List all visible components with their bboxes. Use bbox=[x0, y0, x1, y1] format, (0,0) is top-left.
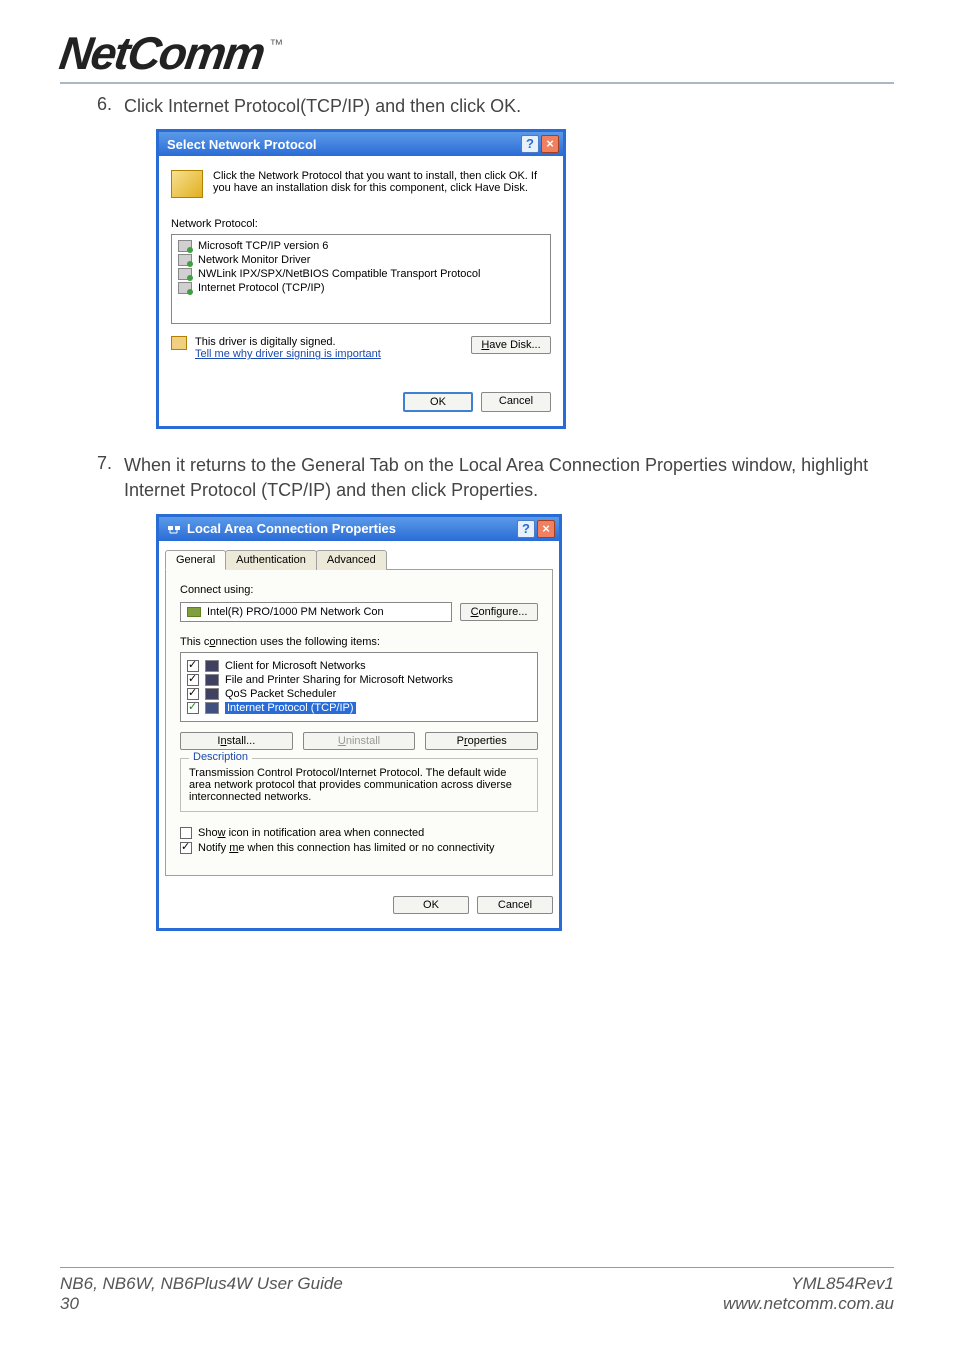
list-item-label: File and Printer Sharing for Microsoft N… bbox=[225, 674, 453, 686]
step-number: 7. bbox=[90, 453, 124, 503]
signing-link[interactable]: Tell me why driver signing is important bbox=[195, 348, 381, 360]
help-button[interactable]: ? bbox=[521, 135, 539, 153]
protocol-list[interactable]: Microsoft TCP/IP version 6 Network Monit… bbox=[171, 234, 551, 324]
tab-advanced[interactable]: Advanced bbox=[316, 550, 387, 570]
list-item-label: Microsoft TCP/IP version 6 bbox=[198, 240, 328, 252]
list-item-label: Internet Protocol (TCP/IP) bbox=[198, 282, 325, 294]
checkbox-icon[interactable] bbox=[180, 842, 192, 854]
protocol-icon bbox=[178, 282, 192, 294]
step-text: When it returns to the General Tab on th… bbox=[124, 453, 894, 503]
service-icon bbox=[205, 688, 219, 700]
footer-divider bbox=[60, 1267, 894, 1268]
close-button[interactable]: × bbox=[541, 135, 559, 153]
footer-guide-title: NB6, NB6W, NB6Plus4W User Guide bbox=[60, 1274, 343, 1294]
list-item[interactable]: File and Printer Sharing for Microsoft N… bbox=[187, 673, 531, 687]
checkbox-icon[interactable] bbox=[187, 688, 199, 700]
ok-button[interactable]: OK bbox=[393, 896, 469, 914]
adapter-field: Intel(R) PRO/1000 PM Network Con bbox=[180, 602, 452, 622]
list-item-label: NWLink IPX/SPX/NetBIOS Compatible Transp… bbox=[198, 268, 480, 280]
step-7: 7. When it returns to the General Tab on… bbox=[90, 453, 894, 503]
notify-row[interactable]: Notify me when this connection has limit… bbox=[180, 842, 538, 854]
tab-strip: General Authentication Advanced bbox=[165, 550, 559, 570]
uses-label: This connection uses the following items… bbox=[180, 636, 538, 648]
trademark-symbol: ™ bbox=[269, 36, 283, 52]
uninstall-button: Uninstall bbox=[303, 732, 416, 750]
description-group: Description Transmission Control Protoco… bbox=[180, 758, 538, 812]
list-item-label: Client for Microsoft Networks bbox=[225, 660, 366, 672]
components-list[interactable]: Client for Microsoft Networks File and P… bbox=[180, 652, 538, 722]
footer-doc-rev: YML854Rev1 bbox=[791, 1274, 894, 1294]
close-button[interactable]: × bbox=[537, 520, 555, 538]
cancel-button[interactable]: Cancel bbox=[481, 392, 551, 412]
dialog-select-network-protocol: Select Network Protocol ? × Click the Ne… bbox=[156, 129, 566, 429]
protocol-icon bbox=[178, 240, 192, 252]
protocol-icon bbox=[205, 702, 219, 714]
list-item[interactable]: Client for Microsoft Networks bbox=[187, 659, 531, 673]
properties-button[interactable]: Properties bbox=[425, 732, 538, 750]
step-number: 6. bbox=[90, 94, 124, 119]
logo-row: NetComm ™ bbox=[60, 30, 894, 76]
certificate-icon bbox=[171, 336, 187, 350]
have-disk-button[interactable]: HHave Disk...ave Disk... bbox=[471, 336, 551, 354]
page-footer: NB6, NB6W, NB6Plus4W User Guide YML854Re… bbox=[60, 1267, 894, 1314]
signed-text: This driver is digitally signed. bbox=[195, 336, 381, 348]
install-button[interactable]: Install... bbox=[180, 732, 293, 750]
tab-authentication[interactable]: Authentication bbox=[225, 550, 317, 570]
list-item[interactable]: Microsoft TCP/IP version 6 bbox=[178, 239, 544, 253]
protocol-icon bbox=[178, 268, 192, 280]
step-6: 6. Click Internet Protocol(TCP/IP) and t… bbox=[90, 94, 894, 119]
connect-using-label: Connect using: bbox=[180, 584, 538, 596]
header-divider bbox=[60, 82, 894, 84]
checkbox-icon[interactable] bbox=[187, 702, 199, 714]
tab-general[interactable]: General bbox=[165, 550, 226, 570]
help-button[interactable]: ? bbox=[517, 520, 535, 538]
configure-button[interactable]: Configure... bbox=[460, 603, 538, 621]
checkbox-icon[interactable] bbox=[187, 674, 199, 686]
list-item-label: Internet Protocol (TCP/IP) bbox=[225, 702, 356, 714]
checkbox-label: Notify me when this connection has limit… bbox=[198, 842, 495, 854]
list-item[interactable]: QoS Packet Scheduler bbox=[187, 687, 531, 701]
protocol-info-icon bbox=[171, 170, 203, 198]
checkbox-icon[interactable] bbox=[180, 827, 192, 839]
show-icon-row[interactable]: Show icon in notification area when conn… bbox=[180, 827, 538, 839]
description-legend: Description bbox=[189, 751, 252, 763]
dialog-lan-properties: Local Area Connection Properties ? × Gen… bbox=[156, 514, 562, 931]
adapter-name: Intel(R) PRO/1000 PM Network Con bbox=[207, 606, 384, 618]
dialog-title: Select Network Protocol bbox=[167, 137, 317, 152]
description-text: Transmission Control Protocol/Internet P… bbox=[189, 767, 529, 803]
list-item[interactable]: Internet Protocol (TCP/IP) bbox=[178, 281, 544, 295]
service-icon bbox=[205, 674, 219, 686]
checkbox-icon[interactable] bbox=[187, 660, 199, 672]
connection-icon bbox=[167, 522, 181, 536]
list-item[interactable]: NWLink IPX/SPX/NetBIOS Compatible Transp… bbox=[178, 267, 544, 281]
list-item-label: Network Monitor Driver bbox=[198, 254, 310, 266]
client-icon bbox=[205, 660, 219, 672]
footer-page-number: 30 bbox=[60, 1294, 79, 1314]
titlebar: Local Area Connection Properties ? × bbox=[159, 517, 559, 541]
footer-url: www.netcomm.com.au bbox=[723, 1294, 894, 1314]
titlebar: Select Network Protocol ? × bbox=[159, 132, 563, 156]
nic-icon bbox=[187, 607, 201, 617]
list-label: Network Protocol: bbox=[171, 218, 551, 230]
brand-logo: NetComm bbox=[57, 30, 267, 76]
protocol-icon bbox=[178, 254, 192, 266]
ok-button[interactable]: OK bbox=[403, 392, 473, 412]
dialog-title: Local Area Connection Properties bbox=[187, 521, 396, 536]
dialog-info-text: Click the Network Protocol that you want… bbox=[213, 170, 551, 198]
step-text: Click Internet Protocol(TCP/IP) and then… bbox=[124, 94, 894, 119]
checkbox-label: Show icon in notification area when conn… bbox=[198, 827, 424, 839]
cancel-button[interactable]: Cancel bbox=[477, 896, 553, 914]
list-item-selected[interactable]: Internet Protocol (TCP/IP) bbox=[187, 701, 531, 715]
list-item[interactable]: Network Monitor Driver bbox=[178, 253, 544, 267]
list-item-label: QoS Packet Scheduler bbox=[225, 688, 336, 700]
